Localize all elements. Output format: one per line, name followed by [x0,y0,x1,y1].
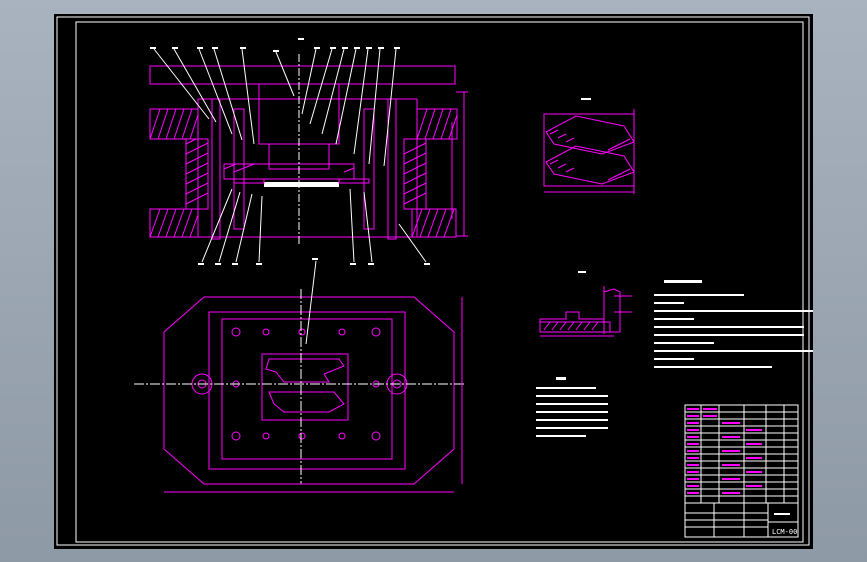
balloon-labels-top [150,38,400,52]
right-lower-hatch [411,208,457,238]
title-block: LCM-00 [684,502,799,538]
detail-view-a [543,98,635,194]
plan-view [134,258,464,493]
technical-notes-block [654,280,813,368]
detail-view-b [539,271,632,337]
main-section-view [149,38,468,265]
inspection-notes-block [536,377,608,437]
plan-part-outline [265,358,345,413]
right-upper-hatch [416,108,458,140]
drawing-sheet: LCM-00 [54,14,813,549]
plan-outer-die-shape [163,296,455,485]
left-upper-hatch [149,108,199,140]
cad-drawing-canvas: LCM-00 [56,16,813,546]
parts-list-table [684,404,799,504]
drawing-number: LCM-00 [772,528,797,536]
strip-material [264,182,339,187]
balloon-labels-bottom [198,263,430,265]
left-lower-hatch [149,208,199,238]
